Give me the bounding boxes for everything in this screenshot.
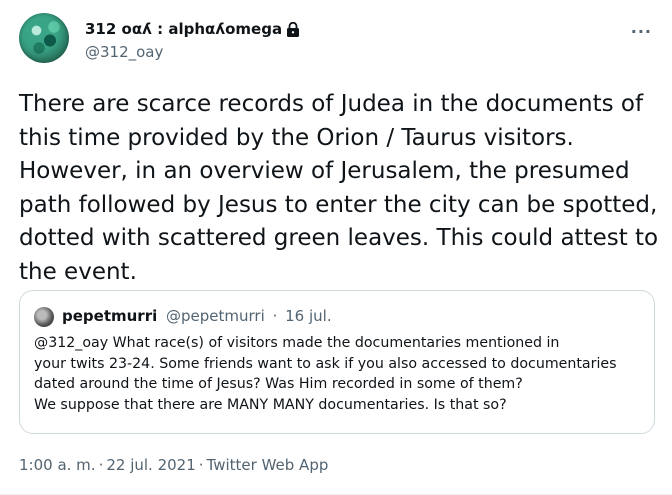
- quoted-author-handle: @pepetmurri: [166, 307, 265, 325]
- tweet-date[interactable]: 22 jul. 2021: [106, 456, 195, 474]
- more-options-icon[interactable]: ···: [631, 22, 652, 41]
- quoted-tweet[interactable]: pepetmurri @pepetmurri · 16 jul. @312_oa…: [19, 290, 655, 434]
- quoted-header: pepetmurri @pepetmurri · 16 jul.: [62, 307, 332, 325]
- quoted-author-name: pepetmurri: [62, 307, 158, 325]
- quoted-text: @312_oay What race(s) of visitors made t…: [34, 335, 617, 413]
- tweet-source[interactable]: Twitter Web App: [207, 456, 329, 474]
- author-avatar[interactable]: [19, 13, 69, 63]
- tweet-text: There are scarce records of Judea in the…: [19, 91, 659, 285]
- quoted-date: 16 jul.: [285, 307, 332, 325]
- lock-icon: [286, 21, 300, 37]
- author-display-name[interactable]: 312 οαʎ : alphαʎomega: [85, 20, 282, 38]
- source-separator: ·: [198, 456, 204, 474]
- quoted-author-avatar: [34, 307, 54, 327]
- quoted-separator: ·: [272, 307, 278, 325]
- tweet-card: 312 οαʎ : alphαʎomega @312_oay ··· There…: [0, 0, 672, 495]
- author-name-row[interactable]: 312 οαʎ : alphαʎomega: [85, 20, 300, 38]
- tweet-time[interactable]: 1:00 a. m.: [19, 456, 96, 474]
- tweet-timestamp-row: 1:00 a. m. · 22 jul. 2021 · Twitter Web App: [19, 456, 328, 474]
- author-handle[interactable]: @312_oay: [85, 43, 163, 61]
- timestamp-separator: ·: [98, 456, 104, 474]
